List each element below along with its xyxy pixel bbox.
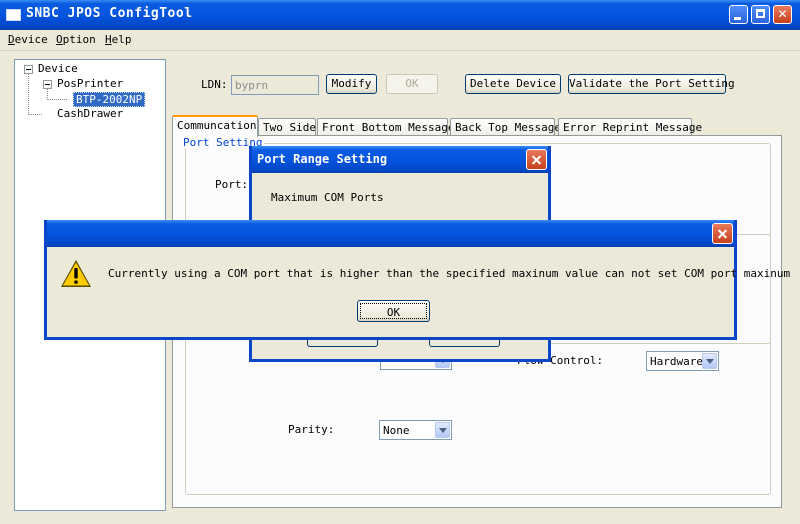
delete-device-button[interactable]: Delete Device bbox=[465, 74, 561, 94]
alert-message: Currently using a COM port that is highe… bbox=[108, 267, 791, 280]
maximize-icon bbox=[756, 9, 765, 18]
main-title-bar[interactable]: SNBC JPOS ConfigTool ✕ bbox=[0, 0, 800, 30]
tab-communication[interactable]: Communcation bbox=[172, 115, 258, 137]
collapse-toggle-posprinter[interactable] bbox=[43, 80, 52, 89]
alert-title-bar[interactable] bbox=[47, 220, 734, 247]
menu-device[interactable]: Device bbox=[8, 33, 48, 46]
port-range-title: Port Range Setting bbox=[257, 152, 388, 166]
alert-ok-label: OK bbox=[360, 303, 427, 319]
tree-connector bbox=[47, 99, 67, 100]
tab-front-bottom-message[interactable]: Front Bottom Message bbox=[317, 118, 454, 135]
ok-button-disabled[interactable]: OK bbox=[386, 74, 438, 94]
tree-connector bbox=[28, 73, 29, 115]
validate-port-button[interactable]: Validate the Port Setting bbox=[568, 74, 735, 94]
ldn-label: LDN: bbox=[201, 78, 228, 91]
alert-close-button[interactable] bbox=[712, 223, 733, 244]
alert-ok-button[interactable]: OK bbox=[357, 300, 430, 322]
tree-node-device[interactable]: Device bbox=[38, 62, 78, 75]
close-icon: ✕ bbox=[777, 7, 788, 21]
tab-two-side[interactable]: Two Side bbox=[258, 118, 316, 135]
parity-select[interactable]: None bbox=[379, 420, 452, 440]
max-com-ports-label: Maximum COM Ports bbox=[271, 191, 384, 204]
port-label: Port: bbox=[215, 178, 249, 191]
tree-node-cashdrawer[interactable]: CashDrawer bbox=[57, 107, 123, 120]
menu-option[interactable]: Option bbox=[56, 33, 96, 46]
modify-button[interactable]: Modify bbox=[326, 74, 377, 94]
maximize-button[interactable] bbox=[751, 5, 770, 24]
port-range-title-bar[interactable]: Port Range Setting bbox=[252, 146, 548, 173]
alert-dialog[interactable]: Currently using a COM port that is highe… bbox=[44, 220, 790, 340]
collapse-toggle-device[interactable] bbox=[24, 65, 33, 74]
window-title: SNBC JPOS ConfigTool bbox=[26, 6, 193, 21]
tree-node-selected-printer[interactable]: BTP-2002NP bbox=[73, 92, 146, 107]
flow-control-select[interactable]: Hardware bbox=[646, 351, 719, 371]
tab-back-top-message[interactable]: Back Top Message bbox=[450, 118, 561, 135]
close-button[interactable]: ✕ bbox=[773, 5, 792, 24]
tree-node-posprinter[interactable]: PosPrinter bbox=[57, 77, 123, 90]
minimize-button[interactable] bbox=[729, 5, 748, 24]
chevron-down-icon bbox=[702, 353, 717, 369]
tab-error-reprint-message[interactable]: Error Reprint Message bbox=[558, 118, 702, 135]
minimize-icon bbox=[734, 17, 741, 20]
menu-bar: Device Option Help bbox=[0, 30, 800, 51]
tree-connector bbox=[28, 114, 42, 115]
port-range-close-button[interactable] bbox=[526, 149, 547, 170]
warning-icon bbox=[61, 260, 91, 287]
menu-help[interactable]: Help bbox=[105, 33, 132, 46]
parity-label: Parity: bbox=[288, 423, 335, 436]
app-icon bbox=[6, 9, 21, 21]
ldn-input[interactable]: byprn bbox=[231, 75, 319, 95]
chevron-down-icon bbox=[435, 422, 450, 438]
